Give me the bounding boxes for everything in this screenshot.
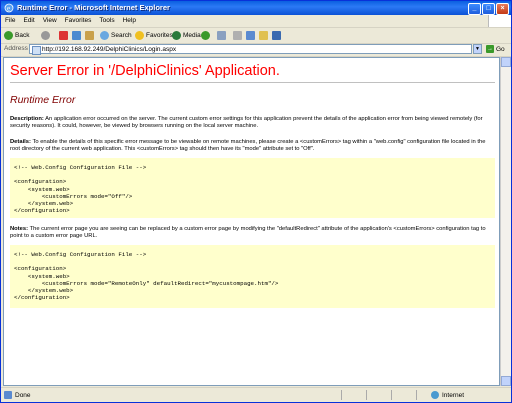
back-label: Back: [15, 31, 30, 39]
status-divider: [366, 390, 367, 400]
favorites-label: Favorites: [146, 31, 173, 39]
print-icon[interactable]: [233, 31, 242, 40]
refresh-icon[interactable]: [72, 31, 81, 40]
description-text: An application error occurred on the ser…: [10, 116, 483, 130]
close-button[interactable]: ×: [496, 3, 509, 15]
status-bar: Done Internet: [1, 387, 511, 403]
media-icon: [172, 30, 181, 40]
menu-help[interactable]: Help: [119, 15, 140, 27]
go-label: Go: [496, 45, 505, 53]
back-arrow-icon: [4, 30, 13, 40]
status-divider: [416, 390, 417, 400]
mail-icon[interactable]: [217, 31, 226, 40]
svg-text:e: e: [7, 5, 10, 13]
history-icon[interactable]: [201, 31, 210, 40]
stop-icon[interactable]: [59, 31, 68, 40]
address-bar: Address http://192.168.92.249/DelphiClin…: [1, 43, 511, 57]
forward-arrow-icon[interactable]: [41, 31, 50, 40]
search-label: Search: [111, 31, 132, 39]
description-label: Description:: [10, 116, 44, 122]
minimize-button[interactable]: _: [468, 3, 481, 15]
window-title: Runtime Error - Microsoft Internet Explo…: [17, 3, 170, 12]
media-label: Media: [183, 31, 201, 39]
security-zone: Internet: [431, 391, 464, 399]
status-divider: [391, 390, 392, 400]
page-content: Server Error in '/DelphiClinics' Applica…: [3, 57, 500, 386]
description-paragraph: Description: An application error occurr…: [10, 116, 495, 130]
back-button[interactable]: Back: [4, 30, 29, 40]
vertical-scrollbar[interactable]: [500, 57, 511, 386]
menu-favorites[interactable]: Favorites: [61, 15, 96, 27]
browser-window: e Runtime Error - Microsoft Internet Exp…: [0, 0, 512, 403]
status-divider: [341, 390, 342, 400]
address-input[interactable]: http://192.168.92.249/DelphiClinics/Logi…: [29, 44, 472, 55]
scroll-up-icon[interactable]: [501, 57, 511, 67]
config-code-block-2: <!-- Web.Config Configuration File --> <…: [10, 245, 495, 308]
config-code-block-1: <!-- Web.Config Configuration File --> <…: [10, 158, 495, 218]
error-subtitle: Runtime Error: [10, 94, 76, 106]
media-button[interactable]: Media: [172, 30, 201, 40]
search-icon: [100, 30, 109, 40]
ie-page-icon: [4, 391, 12, 399]
title-bar[interactable]: e Runtime Error - Microsoft Internet Exp…: [1, 1, 511, 15]
details-text: To enable the details of this specific e…: [10, 139, 486, 153]
windows-flag-icon: [488, 15, 511, 27]
address-dropdown-icon[interactable]: ▼: [473, 44, 482, 54]
menu-tools[interactable]: Tools: [95, 15, 118, 27]
internet-explorer-icon: e: [4, 3, 14, 13]
details-paragraph: Details: To enable the details of this s…: [10, 139, 495, 153]
details-label: Details:: [10, 139, 31, 145]
scroll-down-icon[interactable]: [501, 376, 511, 386]
divider: [10, 82, 495, 83]
notes-paragraph: Notes: The current error page you are se…: [10, 226, 495, 240]
menu-edit[interactable]: Edit: [19, 15, 38, 27]
globe-icon: [431, 391, 439, 399]
zone-label: Internet: [442, 391, 465, 399]
favorites-button[interactable]: Favorites: [135, 30, 173, 40]
maximize-button[interactable]: □: [482, 3, 495, 15]
address-label: Address: [4, 45, 28, 52]
status-done: Done: [4, 391, 31, 399]
home-icon[interactable]: [85, 31, 94, 40]
notes-label: Notes:: [10, 226, 29, 232]
notes-text: The current error page you are seeing ca…: [10, 226, 486, 240]
edit-icon[interactable]: [246, 31, 255, 40]
status-text: Done: [15, 391, 31, 399]
search-button[interactable]: Search: [100, 30, 132, 40]
page-icon: [32, 46, 41, 55]
go-button[interactable]: → Go: [486, 45, 505, 53]
messenger-icon[interactable]: [272, 31, 281, 40]
address-url: http://192.168.92.249/DelphiClinics/Logi…: [42, 46, 177, 53]
go-arrow-icon: →: [486, 45, 494, 53]
menu-view[interactable]: View: [39, 15, 61, 27]
favorites-star-icon: [135, 30, 144, 40]
discuss-icon[interactable]: [259, 31, 268, 40]
page-title: Server Error in '/DelphiClinics' Applica…: [10, 63, 280, 79]
menu-file[interactable]: File: [1, 15, 19, 27]
toolbar: Back Search Favorites Media: [1, 27, 511, 44]
